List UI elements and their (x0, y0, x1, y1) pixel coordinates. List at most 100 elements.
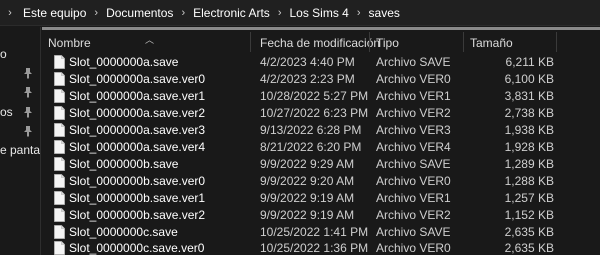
file-date: 4/2/2023 4:40 PM (260, 55, 355, 69)
file-icon (54, 55, 65, 69)
file-name: Slot_0000000b.save (69, 157, 179, 171)
breadcrumb-item-documentos[interactable]: Documentos (103, 6, 176, 20)
file-date: 4/2/2023 2:23 PM (260, 72, 355, 86)
navigation-pane: o os e pantall (0, 27, 40, 255)
file-size: 1,289 KB (504, 157, 554, 171)
file-type: Archivo VER0 (376, 241, 451, 255)
file-icon (54, 123, 65, 137)
nav-item[interactable]: o (0, 45, 40, 63)
nav-item[interactable] (0, 122, 40, 140)
breadcrumb: › Este equipo › Documentos › Electronic … (0, 0, 600, 26)
file-icon (54, 225, 65, 239)
breadcrumb-item-los-sims-4[interactable]: Los Sims 4 (286, 6, 351, 20)
file-size: 1,938 KB (504, 123, 554, 137)
nav-item-label: os (0, 105, 13, 119)
file-row[interactable]: Slot_0000000a.save.ver1 10/28/2022 5:27 … (42, 88, 600, 105)
file-icon (54, 174, 65, 188)
file-type: Archivo SAVE (376, 157, 451, 171)
file-type: Archivo VER2 (376, 106, 451, 120)
file-date: 9/9/2022 9:29 AM (260, 157, 355, 171)
file-name: Slot_0000000c.save (69, 225, 178, 239)
file-icon (54, 191, 65, 205)
file-row[interactable]: Slot_0000000b.save 9/9/2022 9:29 AM Arch… (42, 156, 600, 173)
file-row[interactable]: Slot_0000000a.save 4/2/2023 4:40 PM Arch… (42, 54, 600, 71)
file-type: Archivo SAVE (376, 225, 451, 239)
file-size: 1,928 KB (504, 140, 554, 154)
file-name: Slot_0000000a.save.ver0 (69, 72, 206, 86)
file-row[interactable]: Slot_0000000b.save.ver0 9/9/2022 9:20 AM… (42, 173, 600, 190)
column-separator[interactable] (250, 32, 251, 52)
file-date: 9/9/2022 9:19 AM (260, 191, 355, 205)
chevron-right-icon[interactable]: › (89, 7, 103, 19)
column-header-date[interactable]: Fecha de modificación (254, 30, 380, 54)
file-icon (54, 157, 65, 171)
file-size: 6,211 KB (505, 55, 554, 69)
file-name: Slot_0000000b.save.ver1 (69, 191, 206, 205)
column-header-name[interactable]: ︿ Nombre (42, 30, 250, 54)
file-type: Archivo SAVE (376, 55, 451, 69)
file-type: Archivo VER3 (376, 123, 451, 137)
column-header-type[interactable]: Tipo (370, 30, 464, 54)
pin-icon (24, 107, 32, 118)
sort-chevron-up-icon: ︿ (145, 35, 155, 45)
file-type: Archivo VER0 (376, 72, 451, 86)
nav-item[interactable] (0, 83, 40, 101)
file-type: Archivo VER2 (376, 208, 451, 222)
file-name: Slot_0000000a.save.ver4 (69, 140, 206, 154)
file-size: 3,831 KB (504, 89, 554, 103)
file-row[interactable]: Slot_0000000c.save.ver0 10/25/2022 1:36 … (42, 240, 600, 255)
column-header-row: ︿ Nombre Fecha de modificación Tipo Tama… (42, 30, 600, 54)
file-date: 10/25/2022 1:41 PM (260, 225, 369, 239)
file-row[interactable]: Slot_0000000c.save 10/25/2022 1:41 PM Ar… (42, 224, 600, 241)
file-name: Slot_0000000b.save.ver2 (69, 208, 206, 222)
file-icon (54, 208, 65, 222)
file-name: Slot_0000000a.save.ver2 (69, 106, 206, 120)
file-icon (54, 89, 65, 103)
breadcrumb-item-este-equipo[interactable]: Este equipo (20, 6, 89, 20)
file-row[interactable]: Slot_0000000a.save.ver3 9/13/2022 6:28 P… (42, 122, 600, 139)
file-date: 9/9/2022 9:20 AM (260, 174, 355, 188)
chevron-right-icon[interactable]: › (352, 7, 366, 19)
pin-icon (24, 68, 32, 79)
nav-item[interactable]: os (0, 103, 40, 121)
file-row[interactable]: Slot_0000000a.save.ver0 4/2/2023 2:23 PM… (42, 71, 600, 88)
breadcrumb-item-electronic-arts[interactable]: Electronic Arts (190, 6, 273, 20)
pin-icon (24, 87, 32, 98)
file-icon (54, 72, 65, 86)
file-type: Archivo VER1 (376, 89, 451, 103)
file-name: Slot_0000000a.save.ver3 (69, 123, 206, 137)
file-date: 9/9/2022 9:19 AM (260, 208, 355, 222)
file-type: Archivo VER0 (376, 174, 451, 188)
column-separator[interactable] (556, 32, 557, 52)
file-row[interactable]: Slot_0000000b.save.ver1 9/9/2022 9:19 AM… (42, 190, 600, 207)
file-size: 1,152 KB (504, 208, 554, 222)
file-row[interactable]: Slot_0000000b.save.ver2 9/9/2022 9:19 AM… (42, 207, 600, 224)
chevron-right-icon[interactable]: › (0, 7, 20, 19)
nav-item-label: o (0, 47, 7, 61)
file-size: 2,635 KB (504, 225, 554, 239)
file-row[interactable]: Slot_0000000a.save.ver2 10/27/2022 6:23 … (42, 105, 600, 122)
file-row[interactable]: Slot_0000000a.save.ver4 8/21/2022 6:20 P… (42, 139, 600, 156)
file-date: 10/25/2022 1:36 PM (260, 241, 369, 255)
chevron-right-icon[interactable]: › (273, 7, 287, 19)
breadcrumb-item-saves[interactable]: saves (366, 6, 403, 20)
nav-item[interactable] (0, 64, 40, 82)
file-size: 2,738 KB (504, 106, 554, 120)
file-date: 8/21/2022 6:20 PM (260, 140, 362, 154)
file-name: Slot_0000000b.save.ver0 (69, 174, 206, 188)
pane-divider[interactable] (40, 27, 41, 255)
file-type: Archivo VER4 (376, 140, 451, 154)
nav-item[interactable]: e pantall (0, 141, 40, 159)
nav-item-label: e pantall (0, 143, 40, 157)
column-header-size[interactable]: Tamaño (464, 30, 556, 54)
file-icon (54, 106, 65, 120)
file-icon (54, 241, 65, 255)
file-name: Slot_0000000a.save (69, 55, 179, 69)
chevron-right-icon[interactable]: › (176, 7, 190, 19)
file-date: 10/27/2022 6:23 PM (260, 106, 369, 120)
file-size: 1,257 KB (504, 191, 554, 205)
file-type: Archivo VER1 (376, 191, 451, 205)
file-name: Slot_0000000a.save.ver1 (69, 89, 206, 103)
file-size: 1,288 KB (504, 174, 554, 188)
file-date: 10/28/2022 5:27 PM (260, 89, 369, 103)
